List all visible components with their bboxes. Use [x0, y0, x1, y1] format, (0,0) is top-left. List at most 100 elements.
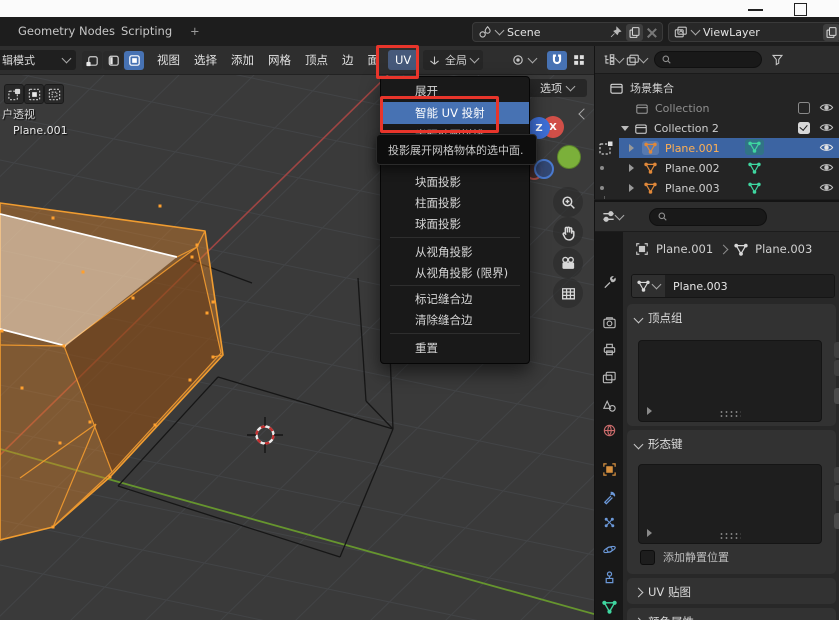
snap-magnet-toggle[interactable] — [547, 51, 567, 70]
mesh-data-icon[interactable] — [745, 139, 764, 155]
tab-object[interactable] — [600, 460, 618, 478]
mode-dropdown[interactable]: 辑模式 — [0, 50, 76, 70]
expand-arrow-icon[interactable] — [621, 126, 629, 131]
expand-arrow-icon[interactable] — [629, 164, 634, 172]
list-filter-arrow-icon[interactable] — [647, 529, 652, 537]
camera-view-button[interactable] — [553, 248, 583, 278]
workspace-tab-geometry-nodes[interactable]: Geometry Nodes — [18, 24, 115, 38]
data-name-value[interactable]: Plane.003 — [665, 275, 834, 297]
panel-color-attributes[interactable]: 颜色属性 — [627, 608, 836, 620]
outliner-search-input[interactable] — [654, 51, 762, 68]
eye-icon[interactable] — [819, 142, 834, 153]
view-layer-selector[interactable]: ViewLayer — [668, 22, 839, 42]
transform-orientation-dropdown[interactable]: 全局 — [423, 50, 483, 70]
expand-arrow-icon[interactable] — [629, 184, 634, 192]
eye-icon[interactable] — [819, 162, 834, 173]
breadcrumb-data[interactable]: Plane.003 — [755, 242, 812, 256]
overlays-button[interactable] — [569, 51, 589, 70]
menu-select[interactable]: 选择 — [187, 46, 224, 74]
panel-uv-maps[interactable]: UV 贴图 — [627, 578, 836, 604]
select-subtract-tool-button[interactable] — [44, 84, 64, 104]
eye-icon[interactable] — [819, 122, 834, 133]
menu-edge[interactable]: 边 — [335, 46, 361, 74]
outliner-row-scene-collection[interactable]: 场景集合 — [595, 78, 839, 98]
tab-view-layer[interactable] — [600, 368, 618, 386]
menu-mesh[interactable]: 网格 — [261, 46, 298, 74]
tab-render[interactable] — [600, 313, 618, 331]
toggle-perspective-grid-button[interactable] — [553, 278, 583, 308]
scene-selector[interactable]: Scene — [472, 22, 663, 42]
outliner-row-collection-2[interactable]: Collection 2 — [595, 118, 839, 138]
exclude-checkbox[interactable] — [798, 122, 810, 134]
gizmo-negz-ball[interactable] — [534, 159, 554, 179]
properties-search-input[interactable] — [649, 208, 767, 226]
scene-name[interactable]: Scene — [507, 26, 541, 39]
tab-modifiers[interactable] — [600, 488, 618, 506]
menu-item-cube-projection[interactable]: 块面投影 — [381, 171, 529, 193]
resize-grip-icon[interactable] — [719, 532, 741, 539]
add-workspace-button[interactable]: + — [190, 24, 200, 38]
face-select-button[interactable] — [124, 51, 144, 70]
menu-item-mark-seam[interactable]: 标记缝合边 — [381, 288, 529, 310]
tab-world[interactable] — [600, 421, 618, 439]
pan-hand-button[interactable] — [553, 217, 583, 247]
eye-icon[interactable] — [819, 102, 834, 113]
menu-view[interactable]: 视图 — [150, 46, 187, 74]
list-filter-arrow-icon[interactable] — [647, 407, 652, 415]
tab-tool[interactable] — [600, 273, 618, 291]
mesh-data-icon[interactable] — [748, 162, 761, 174]
data-id-icon[interactable] — [632, 275, 665, 297]
new-view-layer-button[interactable] — [823, 24, 839, 41]
resize-grip-icon[interactable] — [719, 410, 741, 417]
eye-icon[interactable] — [819, 182, 834, 193]
menu-item-sphere-projection[interactable]: 球面投影 — [381, 213, 529, 235]
new-scene-button[interactable] — [626, 24, 643, 41]
select-extend-tool-button[interactable] — [24, 84, 44, 104]
select-new-tool-button[interactable] — [4, 84, 24, 104]
menu-item-cylinder-projection[interactable]: 柱面投影 — [381, 192, 529, 214]
workspace-tab-scripting[interactable]: Scripting — [121, 24, 172, 38]
menu-item-clear-seam[interactable]: 清除缝合边 — [381, 309, 529, 331]
vertex-select-button[interactable] — [82, 51, 102, 70]
maximize-icon[interactable] — [794, 3, 807, 16]
tab-scene[interactable] — [600, 396, 618, 414]
filter-funnel-icon[interactable] — [771, 53, 784, 66]
edge-select-button[interactable] — [103, 51, 123, 70]
outliner-row-collection[interactable]: Collection — [595, 98, 839, 118]
unlink-scene-icon[interactable] — [647, 27, 657, 37]
zoom-button[interactable] — [553, 187, 583, 217]
outliner-row-plane-001[interactable]: Plane.001 — [595, 138, 839, 158]
minimize-icon[interactable] — [748, 9, 763, 11]
tab-output[interactable] — [600, 340, 618, 358]
menu-item-reset[interactable]: 重置 — [381, 337, 529, 359]
remove-item-button[interactable] — [834, 360, 839, 376]
menu-add[interactable]: 添加 — [224, 46, 261, 74]
add-item-button[interactable] — [834, 342, 839, 358]
tab-object-data[interactable] — [600, 598, 618, 616]
menu-item-project-from-view-bounds[interactable]: 从视角投影 (限界) — [381, 262, 529, 284]
tab-constraints[interactable] — [600, 568, 618, 586]
editor-type-dropdown[interactable] — [601, 209, 623, 224]
menu-item-project-from-view[interactable]: 从视角投影 — [381, 241, 529, 263]
menu-vertex[interactable]: 顶点 — [298, 46, 335, 74]
snap-pivot-dropdown[interactable] — [506, 50, 541, 70]
shape-keys-list[interactable] — [638, 464, 822, 544]
vertex-groups-list[interactable] — [638, 340, 822, 422]
tab-particles[interactable] — [600, 513, 618, 531]
breadcrumb-object[interactable]: Plane.001 — [656, 242, 713, 256]
panel-header-shape-keys[interactable]: 形态键 — [627, 430, 836, 452]
panel-header-color-attributes[interactable]: 颜色属性 — [627, 608, 836, 620]
panel-header-vertex-groups[interactable]: 顶点组 — [627, 304, 836, 326]
specials-menu-button[interactable] — [834, 388, 839, 404]
outliner-row-plane-003[interactable]: Plane.003 — [595, 178, 839, 198]
exclude-checkbox[interactable] — [798, 102, 810, 114]
specials-menu-button[interactable] — [834, 513, 839, 529]
tab-physics[interactable] — [600, 540, 618, 558]
pin-icon[interactable] — [609, 26, 622, 39]
view-layer-name[interactable]: ViewLayer — [703, 26, 760, 39]
rest-position-checkbox[interactable] — [640, 550, 655, 565]
options-dropdown[interactable]: 选项 — [527, 79, 587, 97]
expand-arrow-icon[interactable] — [629, 144, 634, 152]
filter-id-type-dropdown[interactable] — [626, 53, 647, 67]
gizmo-y-ball[interactable] — [557, 145, 581, 169]
